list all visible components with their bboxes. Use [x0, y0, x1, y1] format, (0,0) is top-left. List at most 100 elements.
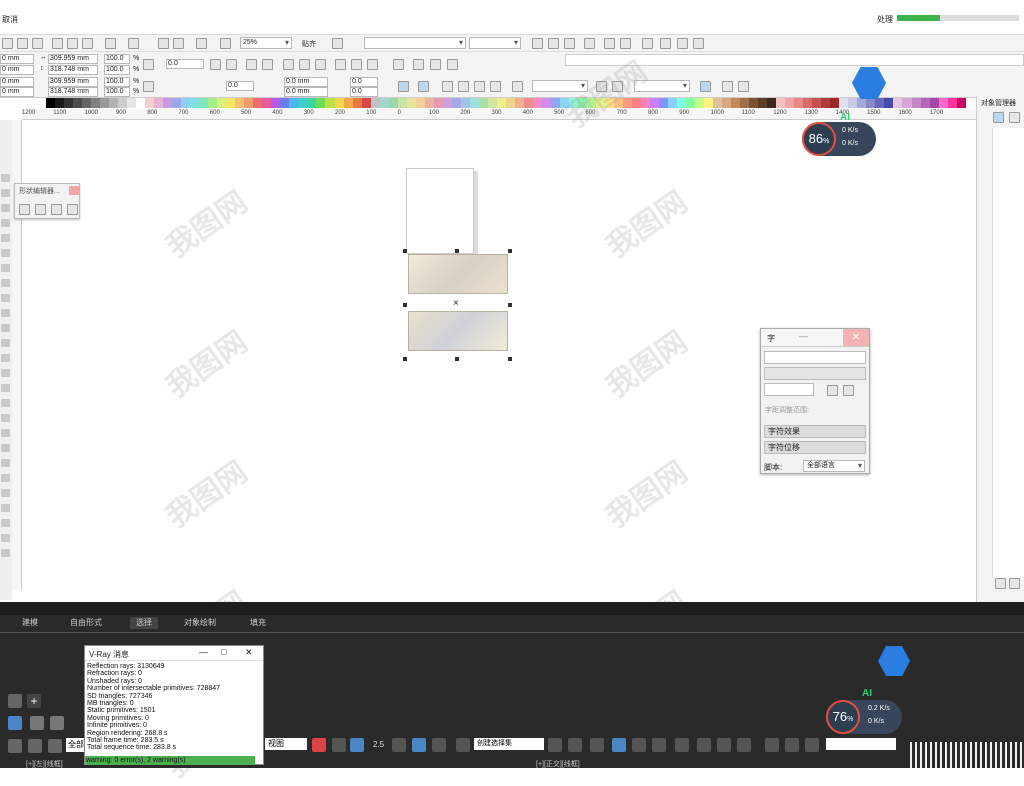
ribbon-tab[interactable]: 建模: [16, 617, 44, 629]
palette-swatch[interactable]: [704, 98, 714, 108]
selection-handle[interactable]: [455, 357, 459, 361]
palette-swatch[interactable]: [415, 98, 425, 108]
pos-x-field[interactable]: 0.0 mm: [284, 77, 328, 87]
toolbox-tool-icon[interactable]: [1, 279, 10, 287]
char-size-field[interactable]: [764, 383, 814, 396]
toolbox-tool-icon[interactable]: [1, 444, 10, 452]
palette-swatch[interactable]: [244, 98, 254, 108]
options-icon[interactable]: [332, 38, 343, 49]
node-icon[interactable]: [246, 59, 257, 70]
palette-swatch[interactable]: [911, 98, 921, 108]
underline-icon[interactable]: [564, 38, 575, 49]
palette-swatch[interactable]: [469, 98, 479, 108]
selection-handle[interactable]: [403, 357, 407, 361]
palette-swatch[interactable]: [514, 98, 524, 108]
rotation-field[interactable]: 0.0: [166, 59, 204, 69]
palette-swatch[interactable]: [794, 98, 804, 108]
palette-swatch[interactable]: [604, 98, 614, 108]
palette-swatch[interactable]: [767, 98, 777, 108]
char-font-dropdown[interactable]: [764, 351, 866, 364]
palette-swatch[interactable]: [857, 98, 867, 108]
columns-icon[interactable]: [693, 38, 704, 49]
palette-swatch[interactable]: [487, 98, 497, 108]
align-left-icon[interactable]: [532, 38, 543, 49]
mirror-h-icon[interactable]: [210, 59, 221, 70]
copy-icon[interactable]: [67, 38, 78, 49]
palette-swatch[interactable]: [361, 98, 371, 108]
toolbox-tool-icon[interactable]: [1, 174, 10, 182]
close-icon[interactable]: ✕: [843, 329, 869, 346]
width-field[interactable]: 309.959 mm: [48, 54, 98, 64]
minimize-icon[interactable]: —: [799, 331, 808, 341]
toolbox-tool-icon[interactable]: [1, 204, 10, 212]
selection-handle[interactable]: [403, 303, 407, 307]
width-field-2[interactable]: 309.959 mm: [48, 77, 98, 87]
toolbox-tool-icon[interactable]: [1, 399, 10, 407]
fullscreen-icon[interactable]: [220, 38, 231, 49]
shape-tool-icon[interactable]: [19, 204, 30, 215]
palette-swatch[interactable]: [839, 98, 849, 108]
reflect-icon[interactable]: [447, 59, 458, 70]
toolbox-tool-icon[interactable]: [1, 219, 10, 227]
palette-swatch[interactable]: [740, 98, 750, 108]
artwork-bottom[interactable]: [408, 311, 508, 351]
palette-swatch[interactable]: [623, 98, 633, 108]
artwork-top[interactable]: [408, 254, 508, 294]
palette-swatch[interactable]: [848, 98, 858, 108]
palette-swatch[interactable]: [523, 98, 533, 108]
palette-swatch[interactable]: [956, 98, 966, 108]
list-icon[interactable]: [677, 38, 688, 49]
style-dropdown[interactable]: [532, 80, 588, 92]
palette-swatch[interactable]: [577, 98, 587, 108]
palette-swatch[interactable]: [226, 98, 236, 108]
delete-layer-icon[interactable]: [1009, 578, 1020, 589]
palette-swatch[interactable]: [776, 98, 786, 108]
palette-swatch[interactable]: [145, 98, 155, 108]
palette-swatch[interactable]: [307, 98, 317, 108]
roughen-icon[interactable]: [51, 204, 62, 215]
extract-icon[interactable]: [413, 59, 424, 70]
color-palette[interactable]: [46, 98, 966, 108]
palette-swatch[interactable]: [73, 98, 83, 108]
char-color-icon[interactable]: [843, 385, 854, 396]
schematic-icon[interactable]: [652, 738, 666, 752]
settings-icon[interactable]: [722, 81, 733, 92]
sphere-icon[interactable]: [30, 716, 44, 730]
ribbon-tab[interactable]: 选择: [130, 617, 158, 629]
render-setup-icon[interactable]: [697, 738, 711, 752]
shirt-icon[interactable]: [50, 716, 64, 730]
palette-swatch[interactable]: [325, 98, 335, 108]
toolbox-tool-icon[interactable]: [1, 264, 10, 272]
selection-set-dropdown[interactable]: 创建选择集: [474, 738, 544, 750]
text-frame-icon[interactable]: [642, 38, 653, 49]
palette-swatch[interactable]: [632, 98, 642, 108]
material-editor-icon[interactable]: [675, 738, 689, 752]
pos-y-field[interactable]: 0.0 mm: [284, 87, 328, 97]
publish-pdf-icon[interactable]: [196, 38, 207, 49]
render-preset-dropdown[interactable]: [826, 738, 896, 750]
palette-swatch[interactable]: [884, 98, 894, 108]
horizontal-text-icon[interactable]: [660, 38, 671, 49]
mirror-v-icon[interactable]: [226, 59, 237, 70]
palette-swatch[interactable]: [866, 98, 876, 108]
palette-swatch[interactable]: [352, 98, 362, 108]
toolbox-tool-icon[interactable]: [1, 294, 10, 302]
palette-swatch[interactable]: [568, 98, 578, 108]
height-field-2[interactable]: 318.748 mm: [48, 87, 98, 97]
selection-handle[interactable]: [403, 249, 407, 253]
palette-swatch[interactable]: [82, 98, 92, 108]
scale-height-field-2[interactable]: 100.0: [104, 87, 130, 97]
palette-swatch[interactable]: [505, 98, 515, 108]
view-dropdown[interactable]: 视图: [265, 738, 307, 750]
reverse-icon[interactable]: [393, 59, 404, 70]
palette-swatch[interactable]: [758, 98, 768, 108]
palette-swatch[interactable]: [280, 98, 290, 108]
ribbon-tab[interactable]: 对象绘制: [178, 617, 222, 629]
select-region-icon[interactable]: [312, 738, 326, 752]
mirror-icon[interactable]: [548, 738, 562, 752]
palette-swatch[interactable]: [298, 98, 308, 108]
char-position-section[interactable]: 字符位移: [764, 441, 866, 454]
toolbox-tool-icon[interactable]: [1, 534, 10, 542]
palette-swatch[interactable]: [478, 98, 488, 108]
palette-swatch[interactable]: [163, 98, 173, 108]
